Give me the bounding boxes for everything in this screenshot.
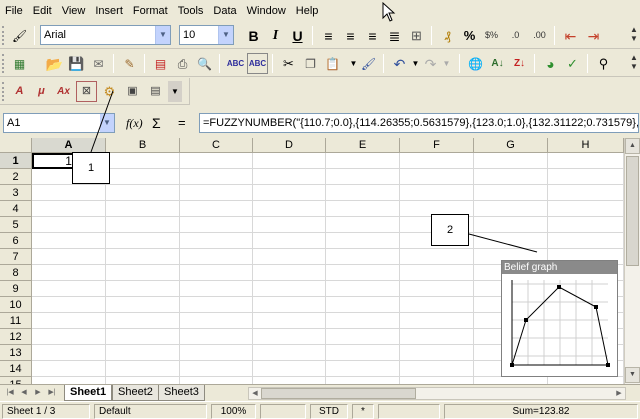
belief-graph-plot bbox=[510, 280, 610, 367]
horizontal-scroll-thumb[interactable] bbox=[261, 388, 416, 399]
graph-point bbox=[510, 363, 514, 367]
last-sheet-icon[interactable]: ▶| bbox=[46, 387, 58, 399]
vertical-scroll-thumb[interactable] bbox=[626, 156, 639, 266]
status-blank bbox=[260, 404, 306, 419]
status-sheet: Sheet 1 / 3 bbox=[2, 404, 90, 419]
scroll-down-icon[interactable]: ▼ bbox=[625, 367, 640, 383]
status-signature bbox=[378, 404, 440, 419]
belief-graph-window[interactable]: Belief graph bbox=[501, 260, 618, 377]
scroll-right-icon[interactable]: ▶ bbox=[613, 388, 625, 399]
status-modified: * bbox=[352, 404, 374, 419]
graph-point bbox=[557, 285, 561, 289]
horizontal-scrollbar[interactable]: ◀ ▶ bbox=[248, 387, 626, 400]
sheet-tab-bar: |◀ ◀ ▶ ▶| Sheet1 Sheet2 Sheet3 ◀ ▶ bbox=[0, 384, 640, 401]
callout-2: 2 bbox=[431, 214, 469, 246]
status-sum: Sum=123.82 bbox=[444, 404, 638, 419]
vertical-scrollbar[interactable]: ▲ ▼ bbox=[624, 138, 640, 384]
sheet-tab-3[interactable]: Sheet3 bbox=[158, 385, 205, 401]
status-zoom[interactable]: 100% bbox=[211, 404, 256, 419]
calc-window: File Edit View Insert Format Tools Data … bbox=[0, 0, 640, 419]
belief-graph-title: Belief graph bbox=[502, 261, 617, 274]
first-sheet-icon[interactable]: |◀ bbox=[4, 387, 16, 399]
sheet-tab-1[interactable]: Sheet1 bbox=[64, 385, 113, 401]
graph-point bbox=[524, 318, 528, 322]
next-sheet-icon[interactable]: ▶ bbox=[32, 387, 44, 399]
graph-point bbox=[606, 363, 610, 367]
status-bar: Sheet 1 / 3 Default 100% STD * Sum=123.8… bbox=[0, 401, 640, 419]
callout-1: 1 bbox=[72, 152, 110, 184]
status-mode[interactable]: STD bbox=[310, 404, 348, 419]
graph-point bbox=[594, 305, 598, 309]
scroll-up-icon[interactable]: ▲ bbox=[625, 138, 640, 154]
prev-sheet-icon[interactable]: ◀ bbox=[18, 387, 30, 399]
scroll-left-icon[interactable]: ◀ bbox=[249, 388, 261, 399]
sheet-tab-2[interactable]: Sheet2 bbox=[112, 385, 159, 401]
status-page-style[interactable]: Default bbox=[94, 404, 207, 419]
